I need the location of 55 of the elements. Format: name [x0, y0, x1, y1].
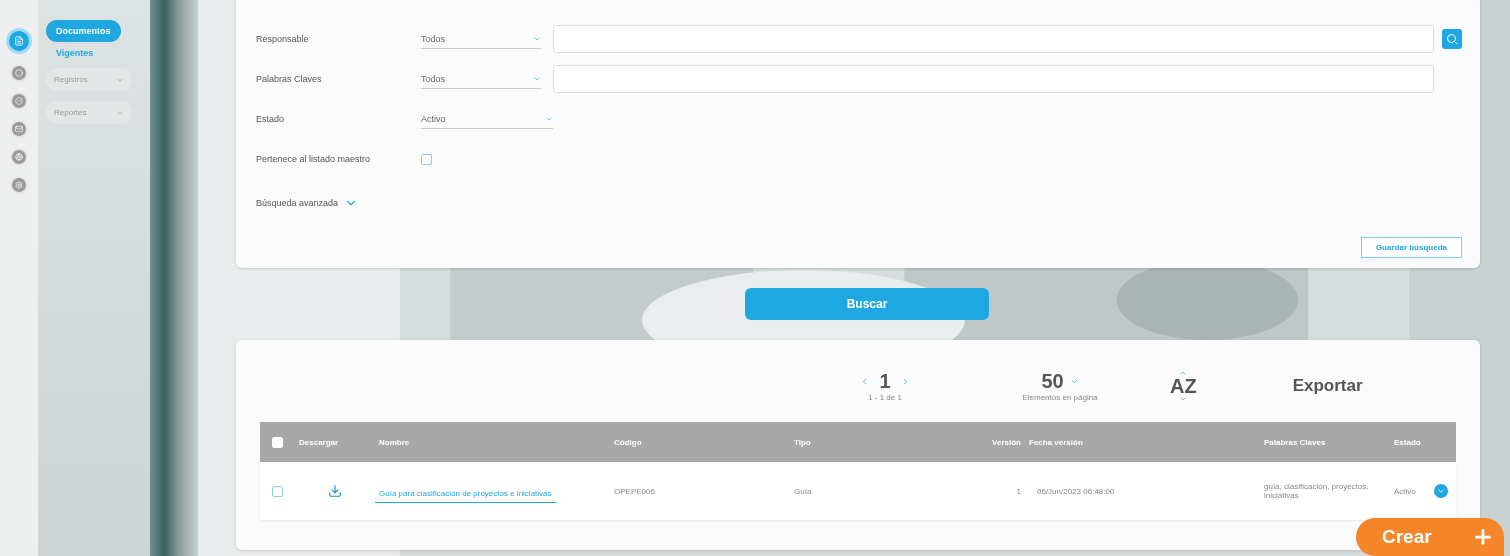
caret-icon: [1179, 369, 1188, 377]
column-header: Nombre: [378, 437, 411, 447]
nav-icon[interactable]: [10, 120, 28, 138]
save-search-button[interactable]: Guardar búsqueda: [1360, 237, 1462, 258]
column-header: Fecha versión: [1028, 437, 1084, 447]
sort-button[interactable]: AZ: [1170, 369, 1197, 403]
filter-label: Pertenece al listado maestro: [256, 154, 372, 164]
create-button[interactable]: Crear: [1356, 518, 1504, 556]
filter-label: Palabras Claves: [256, 74, 323, 84]
page-number: 1: [879, 370, 891, 393]
search-button[interactable]: [1442, 29, 1462, 49]
column-header: Código: [613, 437, 643, 447]
search-icon: [1446, 33, 1458, 45]
page-size[interactable]: 50: [1041, 370, 1064, 393]
download-icon[interactable]: [328, 484, 342, 498]
filter-label: Estado: [256, 114, 286, 124]
checkbox[interactable]: [272, 485, 283, 497]
column-header: Versión: [991, 437, 1022, 447]
advanced-search-toggle[interactable]: Búsqueda avanzada: [256, 196, 1462, 210]
nav-icon[interactable]: [10, 148, 28, 166]
table-cell-text: Guía: [793, 486, 813, 496]
options-button[interactable]: [1434, 484, 1448, 498]
table-cell-text: OPEPE006: [613, 486, 656, 496]
plus-icon: [1472, 526, 1494, 548]
sidebar-link[interactable]: Vigentes: [46, 48, 94, 58]
document-link[interactable]: Guía para clasificación de proyectos e iniciativas: [375, 489, 556, 503]
select-field[interactable]: Activo: [421, 109, 553, 129]
nav-icon[interactable]: [10, 176, 28, 194]
caret-icon: [1179, 395, 1188, 403]
column-header: Tipo: [793, 437, 812, 447]
sidebar-dropdown[interactable]: Registros: [46, 68, 132, 91]
caret-icon: [1436, 486, 1446, 496]
select-field[interactable]: Todos: [421, 29, 541, 49]
table-cell-text: 1: [1015, 486, 1022, 496]
page-range: 1 - 1 de 1: [868, 393, 902, 402]
column-header: Descargar: [298, 437, 340, 447]
page-size-label: Elementos en página: [1022, 393, 1098, 402]
nav-icon[interactable]: [6, 28, 32, 54]
select-field[interactable]: Todos: [421, 69, 541, 89]
table-cell-text: guía, clasificación, proyectos, iniciativas: [1263, 482, 1370, 500]
checkbox[interactable]: [421, 153, 432, 165]
caret-icon[interactable]: [1069, 377, 1079, 386]
nav-icon[interactable]: [10, 92, 28, 110]
menu-button[interactable]: Documentos: [46, 20, 121, 42]
search-button[interactable]: Buscar: [745, 288, 989, 320]
table-cell-text: Activo: [1393, 486, 1417, 496]
export-button[interactable]: Exportar: [1286, 375, 1369, 397]
nav-icon[interactable]: [10, 64, 28, 82]
column-header: Palabras Claves: [1263, 437, 1327, 447]
input-field[interactable]: [553, 25, 1434, 53]
table-cell-text: 06/Jun/2023 06:48:00: [1036, 486, 1116, 496]
sidebar-dropdown[interactable]: Reportes: [46, 101, 132, 124]
filter-label: Responsable: [256, 34, 310, 44]
input-field[interactable]: [553, 65, 1434, 93]
column-header: Estado: [1393, 437, 1422, 447]
